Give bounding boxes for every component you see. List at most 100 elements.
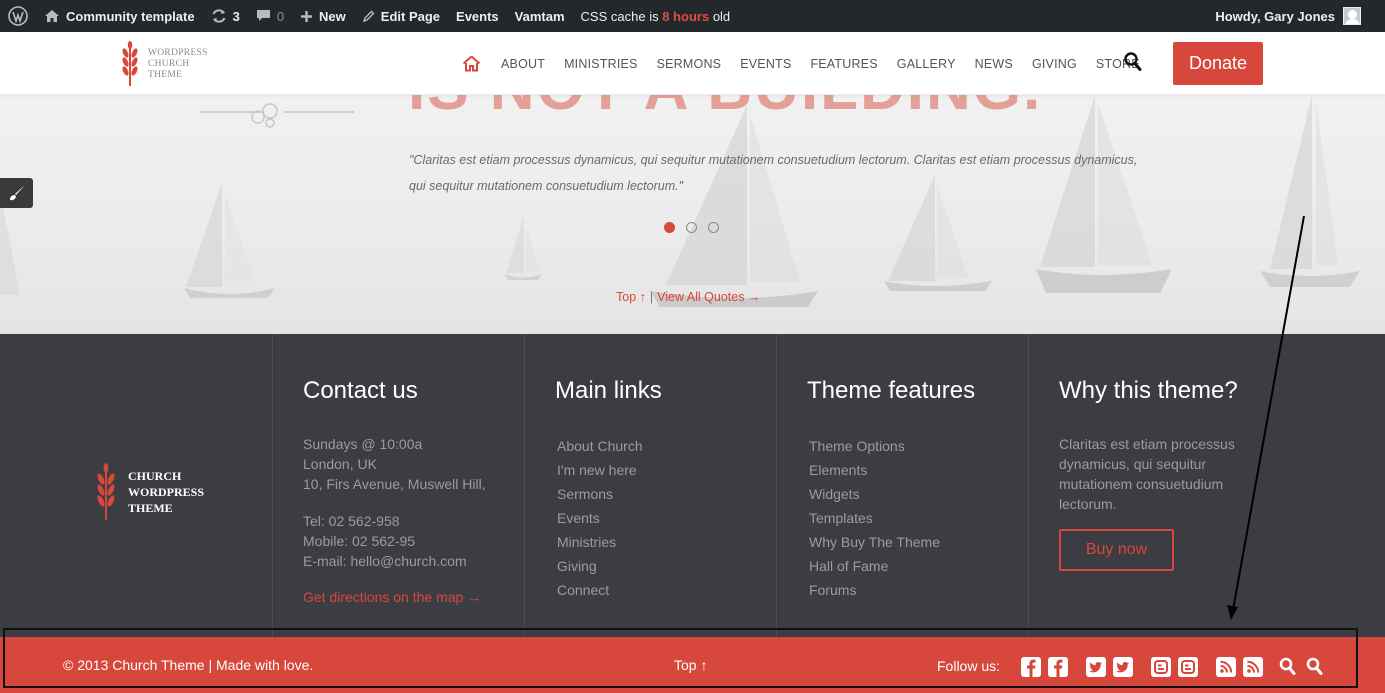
- footer-link[interactable]: Elements: [809, 460, 940, 484]
- logo-line: Theme: [148, 69, 183, 80]
- wheat-icon: [122, 41, 138, 86]
- nav-ministries[interactable]: MINISTRIES: [564, 57, 638, 71]
- rss-icon: [1243, 657, 1263, 677]
- directions-link[interactable]: Get directions on the map →: [303, 589, 481, 605]
- email-line[interactable]: E-mail: hello@church.com: [303, 551, 467, 571]
- style-switcher-button[interactable]: [0, 178, 33, 208]
- paintbrush-icon: [9, 185, 25, 201]
- facebook-icon: [1021, 657, 1041, 677]
- home-icon: [462, 55, 481, 72]
- rss-icon: [1216, 657, 1236, 677]
- slider-dot-2[interactable]: [686, 222, 697, 233]
- vamtam-link[interactable]: Vamtam: [507, 0, 573, 32]
- comments-count: 0: [276, 8, 285, 24]
- blogger-link[interactable]: [1178, 657, 1198, 677]
- search-link[interactable]: [1279, 657, 1299, 677]
- cache-age: 8 hours: [662, 8, 710, 24]
- wheat-icon: [97, 463, 115, 520]
- twitter-icon: [1113, 657, 1133, 677]
- account-menu[interactable]: Howdy, Gary Jones: [1207, 0, 1385, 32]
- flourish-ornament-icon: [251, 103, 278, 128]
- facebook-icon: [1048, 657, 1068, 677]
- site-footer: Church WordPress Theme Contact us Sunday…: [0, 334, 1385, 637]
- hero-links: Top ↑ | View All Quotes →: [616, 290, 760, 304]
- copyright-text: © 2013 Church Theme | Made with love.: [63, 657, 314, 673]
- nav-events[interactable]: EVENTS: [740, 57, 791, 71]
- nav-news[interactable]: NEWS: [975, 57, 1013, 71]
- quote-line: "Claritas est etiam processus dynamicus,…: [409, 153, 1138, 167]
- slider-dot-3[interactable]: [708, 222, 719, 233]
- nav-gallery[interactable]: GALLERY: [897, 57, 956, 71]
- hero-quote: "Claritas est etiam processus dynamicus,…: [409, 147, 1199, 199]
- logo-text: WordPress Church Theme: [148, 48, 208, 81]
- donate-button[interactable]: Donate: [1173, 42, 1263, 85]
- css-cache-status[interactable]: CSS cache is 8 hours old: [573, 0, 739, 32]
- search-link[interactable]: [1306, 657, 1326, 677]
- footer-link[interactable]: Ministries: [557, 532, 643, 556]
- back-to-top-link[interactable]: Top ↑: [674, 657, 707, 673]
- new-content-link[interactable]: New: [292, 0, 354, 32]
- wordpress-logo-button[interactable]: [0, 0, 36, 32]
- twitter-link[interactable]: [1086, 657, 1106, 677]
- footer-link[interactable]: Giving: [557, 556, 643, 580]
- contact-address: Sundays @ 10:00a London, UK 10, Firs Ave…: [303, 434, 486, 494]
- blogger-link[interactable]: [1151, 657, 1171, 677]
- footer-link[interactable]: Sermons: [557, 484, 643, 508]
- link-separator: |: [649, 290, 654, 304]
- why-line: Claritas est etiam processus: [1059, 436, 1235, 452]
- new-label: New: [319, 8, 346, 24]
- plus-icon: [301, 10, 313, 22]
- phone-line: Mobile: 02 562-95: [303, 533, 416, 549]
- footer-logo[interactable]: Church WordPress Theme: [96, 462, 204, 522]
- follow-us-label: Follow us:: [937, 658, 1001, 674]
- site-header: WordPress Church Theme ABOUT MINISTRIES …: [0, 32, 1385, 95]
- site-name-link[interactable]: Community template: [36, 0, 203, 32]
- theme-features-list: Theme Options Elements Widgets Templates…: [809, 436, 940, 604]
- facebook-link[interactable]: [1021, 657, 1041, 677]
- footer-link[interactable]: Connect: [557, 580, 643, 604]
- footer-link[interactable]: Forums: [809, 580, 940, 604]
- slider-dots: [664, 222, 730, 233]
- nav-about[interactable]: ABOUT: [501, 57, 545, 71]
- footer-link[interactable]: Hall of Fame: [809, 556, 940, 580]
- footer-link[interactable]: Widgets: [809, 484, 940, 508]
- footer-link[interactable]: Events: [557, 508, 643, 532]
- rss-link[interactable]: [1216, 657, 1236, 677]
- cache-suffix: old: [712, 8, 731, 24]
- vamtam-label: Vamtam: [514, 8, 565, 24]
- pencil-icon: [362, 10, 375, 22]
- edit-page-link[interactable]: Edit Page: [354, 0, 448, 32]
- view-all-quotes-link[interactable]: View All Quotes →: [657, 290, 760, 304]
- edit-page-label: Edit Page: [380, 8, 441, 24]
- buy-now-button[interactable]: Buy now: [1059, 529, 1174, 571]
- rss-link[interactable]: [1243, 657, 1263, 677]
- bottom-bar: © 2013 Church Theme | Made with love. To…: [0, 637, 1385, 693]
- header-search-button[interactable]: [1124, 52, 1142, 77]
- slider-dot-1[interactable]: [664, 222, 675, 233]
- hero-heading: IS NOT A BUILDING.: [408, 95, 1042, 124]
- main-links-heading: Main links: [555, 377, 662, 404]
- facebook-link[interactable]: [1048, 657, 1068, 677]
- footer-link[interactable]: Why Buy The Theme: [809, 532, 940, 556]
- address-line: London, UK: [303, 456, 377, 472]
- quote-line: qui sequitur mutationem consuetudium lec…: [409, 179, 684, 193]
- comments-link[interactable]: 0: [248, 0, 292, 32]
- nav-sermons[interactable]: SERMONS: [657, 57, 722, 71]
- site-logo[interactable]: WordPress Church Theme: [120, 40, 208, 88]
- main-links-list: About Church I'm new here Sermons Events…: [557, 436, 643, 604]
- nav-giving[interactable]: GIVING: [1032, 57, 1077, 71]
- nav-home[interactable]: [462, 55, 481, 72]
- footer-link[interactable]: Theme Options: [809, 436, 940, 460]
- comment-icon: [256, 10, 270, 21]
- wordpress-icon: [8, 6, 28, 26]
- footer-link[interactable]: I'm new here: [557, 460, 643, 484]
- footer-link[interactable]: About Church: [557, 436, 643, 460]
- search-icon: [1279, 657, 1296, 675]
- twitter-link[interactable]: [1113, 657, 1133, 677]
- nav-features[interactable]: FEATURES: [810, 57, 877, 71]
- events-link[interactable]: Events: [448, 0, 507, 32]
- updates-count: 3: [232, 8, 240, 24]
- updates-link[interactable]: 3: [203, 0, 248, 32]
- footer-link[interactable]: Templates: [809, 508, 940, 532]
- hero-top-link[interactable]: Top ↑: [616, 290, 646, 304]
